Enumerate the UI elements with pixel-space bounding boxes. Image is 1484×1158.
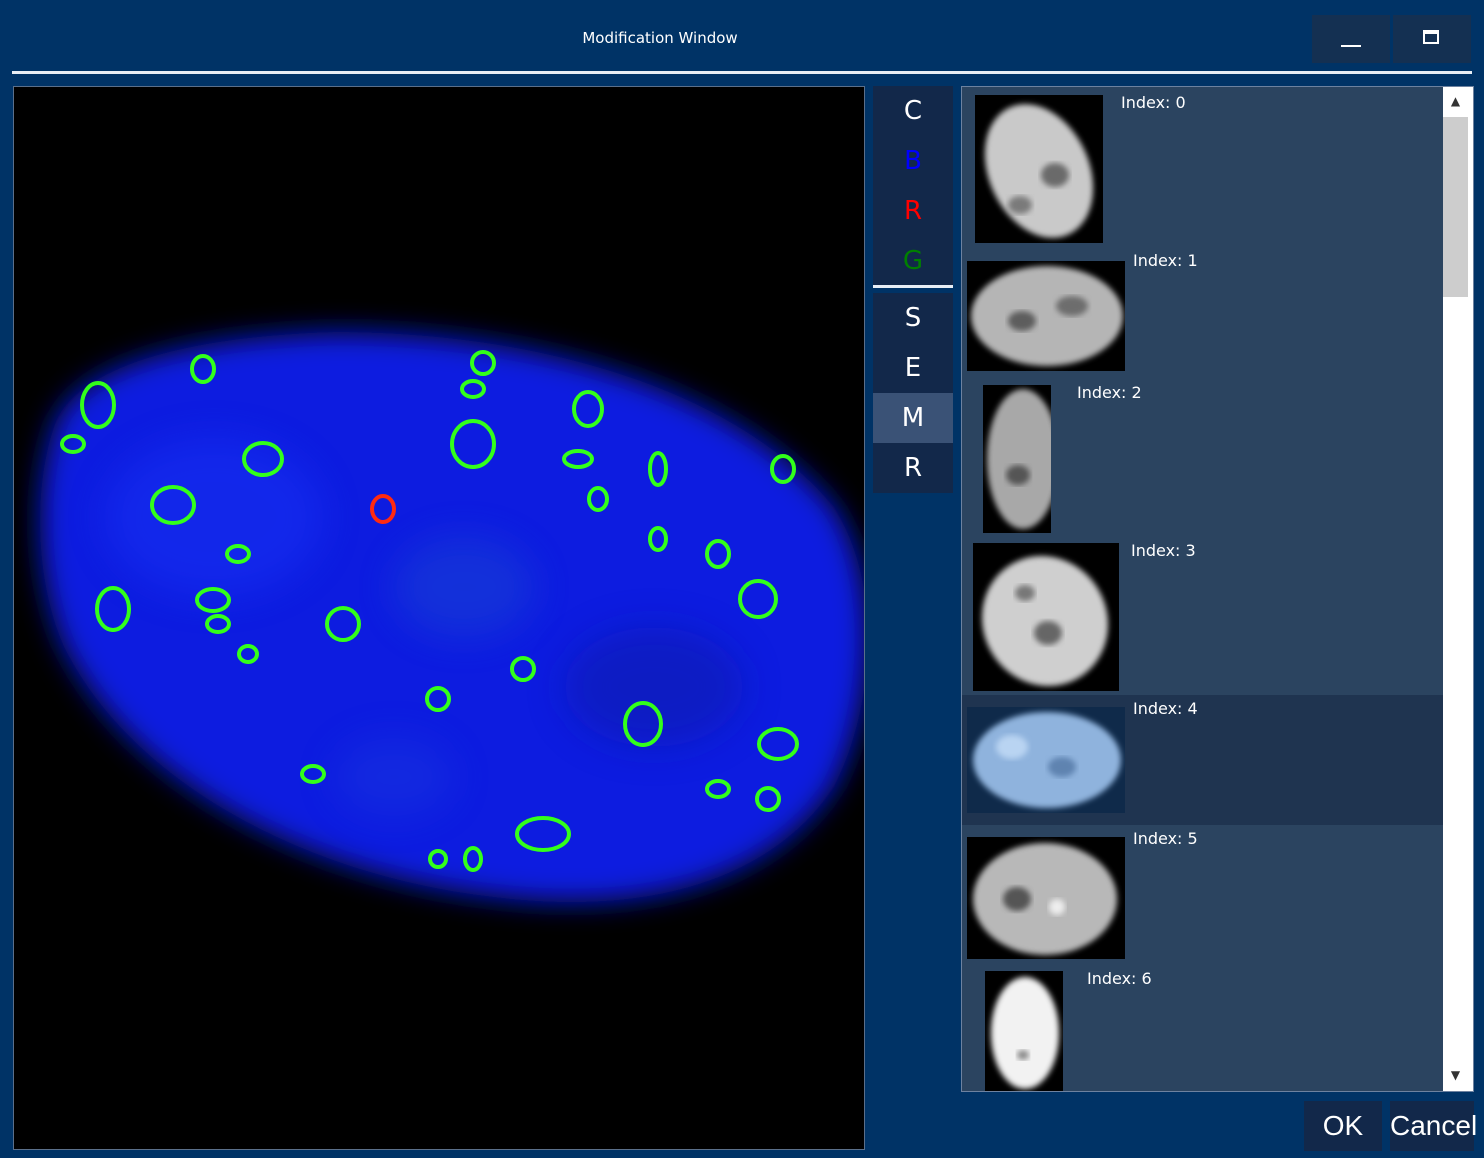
channel-composite-button[interactable]: C [873,86,953,136]
cancel-button[interactable]: Cancel [1390,1101,1477,1151]
list-item[interactable]: Index: 2 [962,377,1443,537]
list-item[interactable]: Index: 5 [962,825,1443,965]
nucleus-index-label: Index: 3 [1131,541,1196,560]
maximize-button[interactable] [1393,15,1471,63]
channel-label: C [903,96,923,126]
nucleus-image [40,332,864,902]
nucleus-index-label: Index: 0 [1121,93,1186,112]
channel-blue-button[interactable]: B [873,136,953,186]
maximize-icon [1423,30,1439,44]
list-item[interactable]: Index: 4 [962,695,1443,825]
toolbar-divider [873,285,953,288]
minimize-icon [1341,45,1361,47]
scroll-thumb[interactable] [1443,117,1468,297]
mode-label: R [903,453,923,483]
mode-m-button[interactable]: M [873,393,953,443]
mode-label: E [904,353,922,383]
channel-green-button[interactable]: G [873,236,953,286]
list-item[interactable]: Index: 6 [962,965,1443,1091]
mode-r-button[interactable]: R [873,443,953,493]
window-title: Modification Window [582,29,738,47]
list-item[interactable]: Index: 0 [962,87,1443,247]
minimize-button[interactable] [1312,15,1390,63]
nucleus-thumbnail [983,385,1051,533]
channel-label: B [904,146,922,176]
nucleus-index-label: Index: 4 [1133,699,1198,718]
nucleus-thumbnail [967,707,1125,813]
mode-label: S [904,303,922,333]
nucleus-index-label: Index: 5 [1133,829,1198,848]
mode-e-button[interactable]: E [873,343,953,393]
nucleus-thumbnail [967,837,1125,959]
ok-button[interactable]: OK [1304,1101,1382,1151]
nucleus-thumbnail [973,543,1119,691]
channel-label: R [903,196,923,226]
nucleus-thumbnail [967,261,1125,371]
nucleus-list[interactable]: Index: 0 Index: 1 Index: 2 Index: 3 Inde… [961,86,1474,1092]
scroll-up-icon[interactable]: ▲ [1443,87,1468,115]
image-canvas[interactable] [13,86,865,1150]
channel-label: G [902,246,924,276]
mode-s-button[interactable]: S [873,293,953,343]
list-scrollbar[interactable]: ▲ ▼ [1443,87,1473,1091]
title-divider [12,71,1472,74]
nucleus-index-label: Index: 1 [1133,251,1198,270]
list-item[interactable]: Index: 1 [962,247,1443,377]
mode-label: M [901,403,925,433]
nucleus-index-label: Index: 6 [1087,969,1152,988]
nucleus-thumbnail [985,971,1063,1091]
nucleus-index-label: Index: 2 [1077,383,1142,402]
channel-red-button[interactable]: R [873,186,953,236]
nucleus-thumbnail [975,95,1103,243]
scroll-down-icon[interactable]: ▼ [1443,1061,1468,1089]
list-item[interactable]: Index: 3 [962,537,1443,695]
